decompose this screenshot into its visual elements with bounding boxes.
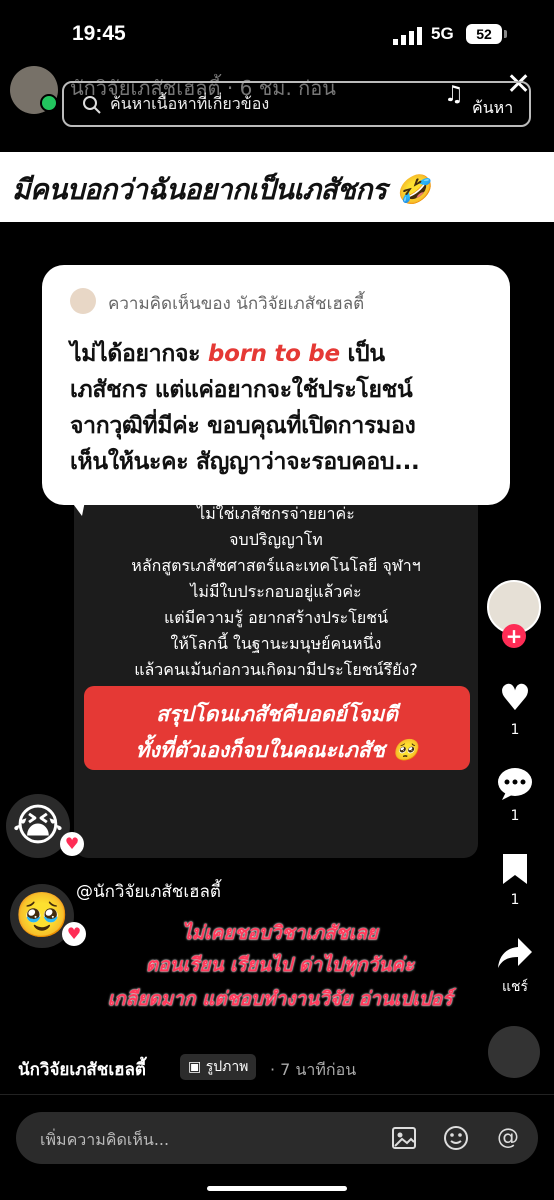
home-indicator (207, 1186, 347, 1191)
comment-count: 1 (510, 808, 520, 824)
mention-icon[interactable]: @ (494, 1124, 522, 1152)
search-input[interactable]: ค้นหาเนื้อหาที่เกี่ยวข้อง (110, 92, 269, 117)
author-name[interactable]: นักวิจัยเภสัชเฮลตี้ (18, 1056, 146, 1083)
search-icon (83, 96, 101, 114)
heart-badge-icon: ♥ (60, 832, 84, 856)
search-button[interactable]: ค้นหา (472, 96, 513, 121)
share-label: แชร์ (501, 979, 529, 995)
comment-icon[interactable] (496, 766, 534, 802)
comment-input[interactable]: เพิ่มความคิดเห็น... (40, 1128, 169, 1153)
bubble-avatar (70, 288, 96, 314)
panel-line: หลักสูตรเภสัชศาสตร์และเทคโนโลยี จุฬาฯ (131, 556, 421, 575)
save-count: 1 (510, 892, 520, 908)
pink-caption-line: เกลียดมาก แต่ชอบทำงานวิจัย อ่านเปเปอร์ (107, 988, 453, 1010)
bubble-line-2: เภสัชกร แต่แค่อยากจะใช้ประโยชน์ (70, 377, 413, 403)
battery-indicator: 52 (466, 24, 502, 44)
bubble-highlight: born to be (207, 341, 340, 367)
bubble-line-3: จากวุฒิที่มีค่ะ ขอบคุณที่เปิดการมอง (70, 413, 416, 439)
emoji-icon[interactable] (442, 1124, 470, 1152)
banner-title: มีคนบอกว่าฉันอยากเป็นเภสัชกร 🤣 (12, 173, 431, 206)
signal-icon (393, 27, 422, 45)
post-time: · 7 นาทีก่อน (270, 1060, 357, 1079)
bubble-header: ความคิดเห็นของ นักวิจัยเภสัชเฮลตี้ (108, 294, 365, 314)
battery-tip (504, 30, 507, 38)
online-dot (40, 94, 58, 112)
panel-line: แล้วคนเม้นก่อกวนเกิดมามีประโยชน์รึยัง? (134, 660, 418, 679)
pink-caption-line: ไม่เคยชอบวิชาเภสัชเลย (182, 922, 378, 944)
share-icon[interactable] (496, 936, 534, 970)
image-icon: ▣ (188, 1059, 206, 1075)
post-type-badge: ▣ รูปภาพ (180, 1054, 257, 1080)
summary-line: สรุปโดนเภสัชคีบอดย์โจมตี (156, 702, 398, 726)
bookmark-icon[interactable] (501, 852, 529, 886)
bubble-line-1: ไม่ได้อยากจะ born to be เป็น (70, 341, 385, 367)
mention-text: @นักวิจัยเภสัชเฮลตี้ (76, 882, 221, 902)
panel-line: แต่มีความรู้ อยากสร้างประโยชน์ (163, 608, 389, 627)
panel-line: จบปริญญาโท (229, 530, 323, 549)
divider (0, 1094, 554, 1095)
panel-line: ให้โลกนี้ ในฐานะมนุษย์คนหนึ่ง (170, 634, 382, 653)
sound-disc-icon[interactable] (488, 1026, 540, 1078)
follow-plus-icon[interactable]: + (502, 624, 526, 648)
status-time: 19:45 (72, 22, 126, 45)
heart-icon[interactable]: ♥ (494, 678, 536, 719)
image-attach-icon[interactable] (390, 1124, 418, 1152)
panel-line: ไม่มีใบประกอบอยู่แล้วค่ะ (190, 582, 362, 601)
bubble-line-4: เห็นให้นะคะ สัญญาว่าจะรอบคอบ... (70, 449, 420, 475)
network-type: 5G (431, 24, 454, 43)
pink-caption-line: ตอนเรียน เรียนไป ด่าไปทุกวันค่ะ (145, 954, 415, 976)
summary-line: ทั้งที่ตัวเองก็จบในคณะเภสัช 🥺 (135, 738, 419, 762)
like-count: 1 (510, 722, 520, 738)
panel-line: ไม่ใช่เภสัชกรจ่ายยาค่ะ (197, 504, 355, 523)
